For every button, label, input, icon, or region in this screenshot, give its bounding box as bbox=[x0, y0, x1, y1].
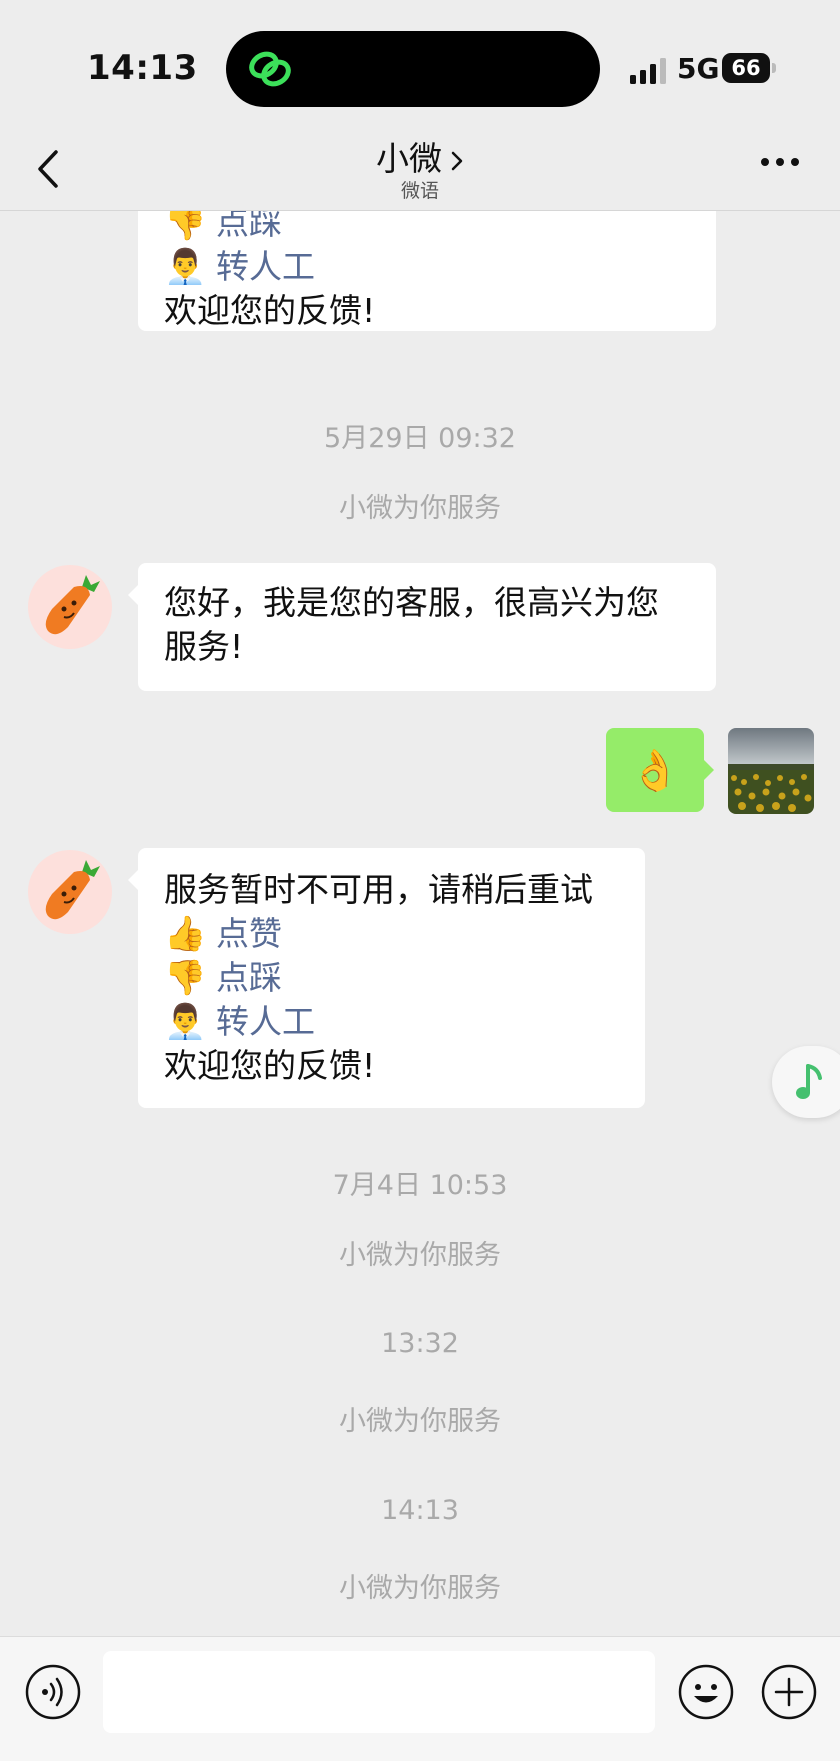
user-message-bubble[interactable]: 👌 bbox=[606, 728, 714, 812]
music-note-icon bbox=[796, 1064, 822, 1099]
voice-icon[interactable] bbox=[24, 1663, 82, 1721]
avatar[interactable] bbox=[28, 565, 112, 649]
chat-title[interactable]: 小微 bbox=[0, 132, 840, 180]
chat-subtitle: 微语 bbox=[400, 180, 439, 202]
avatar[interactable] bbox=[28, 850, 112, 934]
link-icon bbox=[249, 51, 291, 87]
greeting-bubble: 您好，我是您的客服，很高兴为您 服务! bbox=[128, 563, 716, 691]
plus-icon[interactable] bbox=[760, 1663, 818, 1721]
feedback-footer: 欢迎您的反馈! bbox=[164, 291, 376, 330]
human-agent-link[interactable]: 转人工 bbox=[216, 1000, 315, 1044]
sunflower-field-image bbox=[728, 728, 814, 814]
system-message: 小微为你服务 bbox=[339, 493, 501, 524]
chevron-right-icon bbox=[451, 151, 463, 170]
system-message: 小微为你服务 bbox=[339, 1240, 501, 1271]
timestamp: 5月29日 09:32 bbox=[324, 423, 516, 454]
network-type: 5G bbox=[677, 52, 720, 85]
dynamic-island bbox=[226, 31, 600, 107]
system-message: 小微为你服务 bbox=[339, 1406, 501, 1437]
carrot-icon bbox=[45, 860, 100, 920]
status-time: 14:13 bbox=[87, 48, 198, 88]
input-bar bbox=[0, 1636, 840, 1761]
feedback-dislike[interactable]: 👎 点踩 bbox=[164, 211, 690, 245]
dislike-link[interactable]: 点踩 bbox=[216, 211, 282, 245]
feedback-dislike[interactable]: 👎 点踩 bbox=[164, 956, 619, 1000]
thumbs-up-icon: 👍 bbox=[164, 914, 207, 954]
thumbs-down-icon: 👎 bbox=[164, 211, 207, 243]
chat-title-text: 小微 bbox=[376, 139, 442, 178]
ok-hand-icon: 👌 bbox=[630, 747, 680, 794]
feedback-like[interactable]: 👍 点赞 bbox=[164, 912, 619, 956]
feedback-human[interactable]: 👨‍💼 转人工 bbox=[164, 245, 690, 289]
status-bar: 14:13 5G 66 bbox=[0, 0, 840, 130]
feedback-human[interactable]: 👨‍💼 转人工 bbox=[164, 1000, 619, 1044]
service-message-bubble: 服务暂时不可用，请稍后重试 👍 点赞 👎 点踩 👨‍💼 转人工 欢迎您的反馈! bbox=[128, 848, 645, 1108]
signal-icon bbox=[630, 58, 666, 84]
agent-icon: 👨‍💼 bbox=[164, 247, 207, 287]
agent-icon: 👨‍💼 bbox=[164, 1002, 207, 1042]
human-agent-link[interactable]: 转人工 bbox=[216, 245, 315, 289]
message-input[interactable] bbox=[103, 1651, 655, 1733]
like-link[interactable]: 点赞 bbox=[216, 912, 282, 956]
user-avatar[interactable] bbox=[728, 728, 814, 814]
chat-area[interactable]: 👎 点踩 👨‍💼 转人工 欢迎您的反馈! 5月29日 09:32 小微为你服务 … bbox=[0, 211, 840, 1635]
battery-icon: 66 bbox=[722, 53, 776, 83]
timestamp: 7月4日 10:53 bbox=[332, 1170, 508, 1201]
service-text: 服务暂时不可用，请稍后重试 bbox=[164, 870, 593, 909]
more-options-icon[interactable] bbox=[760, 156, 800, 168]
feedback-footer: 欢迎您的反馈! bbox=[164, 1046, 376, 1085]
nav-bar: 小微 微语 bbox=[0, 130, 840, 211]
thumbs-down-icon: 👎 bbox=[164, 958, 207, 998]
timestamp: 14:13 bbox=[381, 1495, 459, 1526]
system-message: 小微为你服务 bbox=[339, 1573, 501, 1604]
carrot-icon bbox=[45, 575, 100, 635]
greeting-line-2: 服务! bbox=[164, 627, 244, 666]
floating-music-button[interactable] bbox=[772, 1046, 840, 1118]
timestamp: 13:32 bbox=[381, 1328, 459, 1359]
battery-level: 66 bbox=[722, 53, 770, 83]
greeting-line-1: 您好，我是您的客服，很高兴为您 bbox=[164, 583, 659, 622]
dislike-link[interactable]: 点踩 bbox=[216, 956, 282, 1000]
smiley-icon[interactable] bbox=[677, 1663, 735, 1721]
message-bubble-partial: 👎 点踩 👨‍💼 转人工 欢迎您的反馈! bbox=[138, 211, 716, 331]
